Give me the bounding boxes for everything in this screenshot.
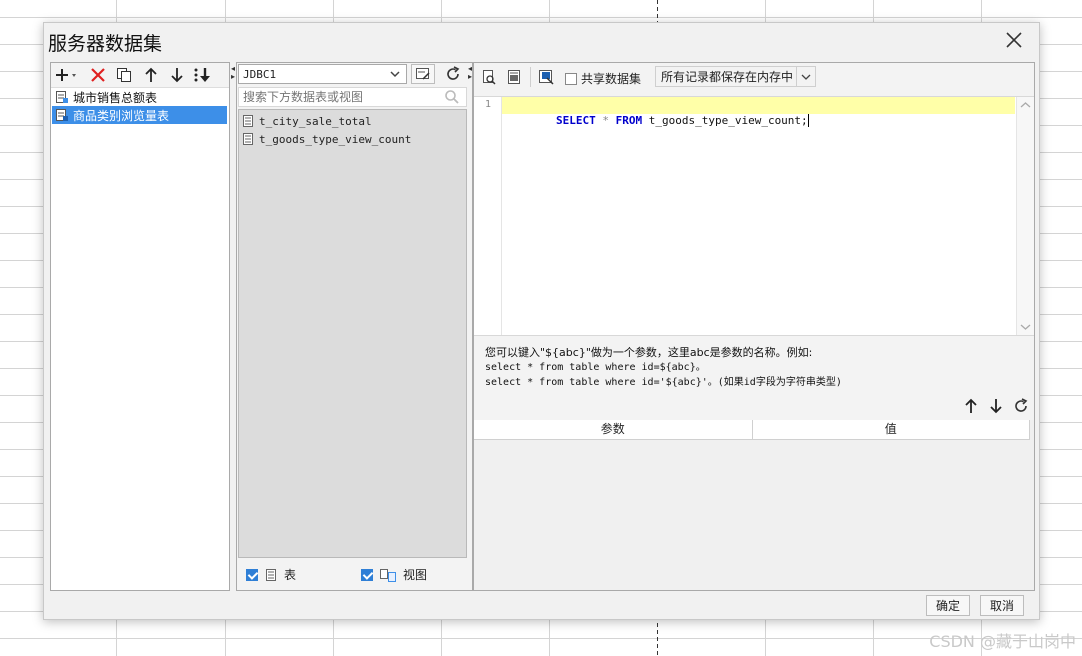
table-item-label: t_goods_type_view_count: [259, 132, 412, 146]
move-up-button[interactable]: [142, 66, 160, 84]
splitter-right-arrows[interactable]: ◂ ▸: [468, 65, 472, 81]
param-refresh-button[interactable]: [1012, 397, 1030, 415]
cache-mode-select[interactable]: 所有记录都保存在内存中: [655, 66, 816, 87]
editor-scrollbar[interactable]: [1016, 97, 1034, 335]
refresh-icon: [447, 66, 460, 80]
table-icon: [243, 115, 253, 127]
table-icon: [243, 133, 253, 145]
filter-view-toggle[interactable]: 视图: [361, 566, 427, 583]
plus-icon: [56, 69, 76, 81]
ok-button[interactable]: 确定: [926, 595, 970, 616]
sql-toolbar: 共享数据集 所有记录都保存在内存中: [474, 63, 1034, 91]
dataset-toolbar: [51, 63, 229, 88]
move-down-button[interactable]: [168, 66, 186, 84]
table-list: t_city_sale_total t_goods_type_view_coun…: [238, 109, 467, 558]
connection-value: JDBC1: [243, 67, 277, 81]
dataset-item-city-sales[interactable]: 城市销售总额表: [52, 88, 227, 106]
chevron-down-icon: [801, 74, 811, 80]
scroll-down-icon[interactable]: [1017, 320, 1034, 334]
sql-keyword-select: SELECT: [555, 114, 596, 127]
filter-table-toggle[interactable]: 表: [246, 566, 296, 583]
database-icon: [508, 70, 520, 84]
add-dataset-button[interactable]: [55, 66, 79, 84]
dialog-title: 服务器数据集: [48, 33, 163, 55]
cancel-button[interactable]: 取消: [980, 595, 1024, 616]
share-dataset-label: 共享数据集: [581, 72, 642, 86]
line-number: 1: [484, 99, 491, 110]
hint-line-3: select * from table where id='${abc}'。(如…: [485, 377, 842, 388]
table-item-goods-views[interactable]: t_goods_type_view_count: [241, 130, 411, 148]
connection-select[interactable]: JDBC1: [238, 64, 407, 84]
parameter-hint: 您可以键入"${abc}"做为一个参数，这里abc是参数的名称。例如: sele…: [485, 345, 842, 390]
table-item-label: t_city_sale_total: [259, 114, 372, 128]
preview-icon: [483, 70, 496, 85]
table-search-box: [238, 87, 467, 107]
share-dataset-checkbox[interactable]: [565, 72, 577, 85]
filter-table-checkbox[interactable]: [246, 568, 258, 581]
sql-code-line: SELECT * FROM t_goods_type_view_count;: [503, 98, 809, 143]
sort-icon: [194, 68, 210, 82]
search-icon[interactable]: [444, 89, 460, 105]
dataset-item-label: 城市销售总额表: [73, 90, 158, 105]
filter-view-checkbox[interactable]: [361, 568, 373, 581]
column-header-param[interactable]: 参数: [474, 420, 753, 439]
arrow-down-icon: [990, 399, 1002, 414]
splitter-left-arrows[interactable]: ◂ ▸: [231, 65, 235, 81]
cache-mode-dropdown[interactable]: [796, 67, 815, 86]
edit-connection-button[interactable]: [411, 64, 435, 84]
table-search-input[interactable]: [239, 88, 443, 106]
database-query-button[interactable]: [505, 68, 523, 86]
scroll-up-icon[interactable]: [1017, 98, 1034, 112]
parameter-table: 参数 值: [474, 420, 1034, 590]
sort-button[interactable]: [193, 66, 211, 84]
hint-line-2: select * from table where id=${abc}。: [485, 362, 706, 373]
hint-line-1: 您可以键入"${abc}"做为一个参数，这里abc是参数的名称。例如:: [485, 346, 813, 359]
copy-icon: [117, 68, 131, 82]
share-dataset-toggle[interactable]: 共享数据集: [565, 70, 641, 87]
parameter-table-header: 参数 值: [474, 420, 1030, 440]
close-icon[interactable]: [1003, 29, 1025, 51]
save-button[interactable]: [537, 68, 555, 86]
dataset-icon: [56, 109, 68, 121]
filter-table-label: 表: [284, 568, 297, 582]
sql-panel: 共享数据集 所有记录都保存在内存中 1 SELECT * FROM t_good…: [473, 62, 1035, 591]
copy-dataset-button[interactable]: [115, 66, 133, 84]
arrow-down-icon: [171, 68, 183, 83]
save-icon: [539, 70, 554, 85]
refresh-tables-button[interactable]: [441, 64, 465, 84]
delete-x-icon: [91, 68, 105, 82]
delete-dataset-button[interactable]: [89, 66, 107, 84]
dataset-icon: [56, 91, 68, 103]
dataset-item-label: 商品类别浏览量表: [73, 108, 170, 123]
server-dataset-dialog: 服务器数据集 城市销售总额表 商品类别浏览量表 ◂ ▸ JDBC1 搜索下方数据…: [43, 22, 1040, 620]
arrow-up-icon: [965, 398, 977, 413]
table-item-city-sales[interactable]: t_city_sale_total: [241, 112, 372, 130]
sql-table-name: t_goods_type_view_count;: [648, 114, 808, 127]
watermark: CSDN @藏于山岗中: [929, 632, 1076, 651]
sql-editor[interactable]: 1 SELECT * FROM t_goods_type_view_count;: [474, 96, 1034, 336]
dataset-panel: 城市销售总额表 商品类别浏览量表: [50, 62, 230, 591]
text-cursor: [807, 114, 809, 127]
view-icon: [380, 568, 396, 582]
chevron-down-icon: [390, 71, 400, 78]
refresh-icon: [1015, 398, 1028, 412]
table-source-panel: JDBC1 t_city_sale_total t_goods_type_vie…: [236, 62, 473, 591]
toolbar-separator: [530, 67, 531, 87]
column-header-value[interactable]: 值: [753, 420, 1030, 439]
cache-mode-value: 所有记录都保存在内存中: [661, 70, 794, 84]
dataset-item-goods-views[interactable]: 商品类别浏览量表: [52, 106, 227, 124]
param-move-up-button[interactable]: [962, 397, 980, 415]
table-icon: [266, 568, 276, 581]
sql-star: *: [602, 114, 609, 127]
filter-view-label: 视图: [403, 568, 428, 582]
line-number-gutter: 1: [474, 97, 502, 335]
sql-keyword-from: FROM: [615, 114, 643, 127]
arrow-up-icon: [145, 67, 157, 82]
edit-connection-icon: [416, 68, 430, 80]
param-move-down-button[interactable]: [987, 397, 1005, 415]
preview-button[interactable]: [480, 68, 498, 86]
